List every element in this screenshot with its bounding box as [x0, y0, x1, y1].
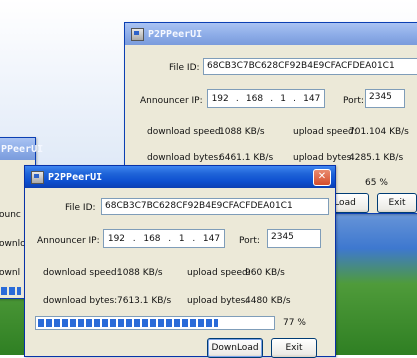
back-exit-button[interactable]: Exit [377, 193, 417, 213]
file-id-label: File ID: [65, 203, 96, 213]
upload-speed-value: 960 KB/s [245, 268, 285, 278]
back-progress-text: 65 % [365, 178, 388, 188]
back-ip-octet-3: 1 [280, 93, 286, 104]
download-bytes-value: 7613.1 KB/s [117, 296, 172, 306]
ip-octet-3: 1 [178, 233, 185, 244]
back-download-bytes-value: 6461.1 KB/s [219, 153, 274, 163]
ip-octet-4: 147 [202, 233, 221, 244]
back-download-speed-label: download speed: [147, 127, 224, 137]
port-label: Port: [239, 236, 260, 246]
ip-octet-2: 168 [143, 233, 161, 244]
back-upload-bytes-value: 4285.1 KB/s [349, 153, 404, 163]
progress-percent-text: 77 % [283, 318, 306, 328]
announcer-ip-label: Announcer IP: [37, 236, 100, 246]
download-speed-label: download speed: [43, 268, 120, 278]
download-speed-value: 1088 KB/s [117, 268, 163, 278]
app-icon [131, 27, 144, 41]
left-frag-2: ownlo [0, 239, 26, 249]
close-icon[interactable]: ✕ [313, 169, 331, 186]
upload-bytes-label: upload bytes: [187, 296, 249, 306]
app-icon [31, 170, 44, 184]
back-ip-octet-1: 192 [211, 93, 229, 104]
back-download-speed-value: 1088 KB/s [219, 127, 265, 137]
ip-address-field[interactable]: 192. 168. 1. 147 [103, 229, 225, 248]
ip-octet-1: 192 [107, 233, 126, 244]
exit-button[interactable]: Exit [271, 338, 317, 358]
back-ip-field[interactable]: 192. 168. 1. 147 [207, 89, 325, 108]
left-frag-1: ounc [0, 210, 21, 220]
back-window-title: P2PPeerUI [148, 28, 203, 40]
left-frag-3: ownl [0, 268, 21, 278]
upload-speed-label: upload speed: [187, 268, 251, 278]
left-partial-titlebar[interactable]: PPeerUI [0, 138, 43, 160]
front-window-title: P2PPeerUI [48, 171, 103, 183]
back-announcer-ip-label: Announcer IP: [140, 96, 203, 106]
download-progress-fill [38, 319, 218, 327]
upload-bytes-value: 4480 KB/s [245, 296, 291, 306]
front-window: P2PPeerUI ✕ File ID: 68CB3C7BC628CF92B4E… [24, 165, 336, 358]
back-ip-octet-4: 147 [303, 93, 321, 104]
back-ip-octet-2: 168 [245, 93, 264, 104]
left-progress-fragment [1, 287, 21, 295]
port-field[interactable]: 2345 [267, 229, 321, 248]
download-bytes-label: download bytes: [43, 296, 118, 306]
file-id-field[interactable]: 68CB3C7BC628CF92B4E9CFACFDEA01C1 [101, 198, 329, 215]
back-titlebar[interactable]: P2PPeerUI [125, 23, 417, 45]
left-partial-title: PPeerUI [1, 143, 44, 155]
back-upload-speed-value: 701.104 KB/s [349, 127, 409, 137]
back-port-label: Port: [343, 96, 364, 106]
back-upload-bytes-label: upload bytes: [293, 153, 355, 163]
back-file-id-field[interactable]: 68CB3C7BC628CF92B4E9CFACFDEA01C1 [203, 58, 417, 75]
front-titlebar[interactable]: P2PPeerUI ✕ [25, 166, 335, 188]
back-file-id-label: File ID: [169, 63, 200, 73]
back-port-field[interactable]: 2345 [365, 89, 405, 108]
download-progress-bar [35, 316, 275, 330]
back-download-bytes-label: download bytes: [147, 153, 222, 163]
back-upload-speed-label: upload speed: [293, 127, 357, 137]
download-button[interactable]: DownLoad [207, 338, 263, 358]
